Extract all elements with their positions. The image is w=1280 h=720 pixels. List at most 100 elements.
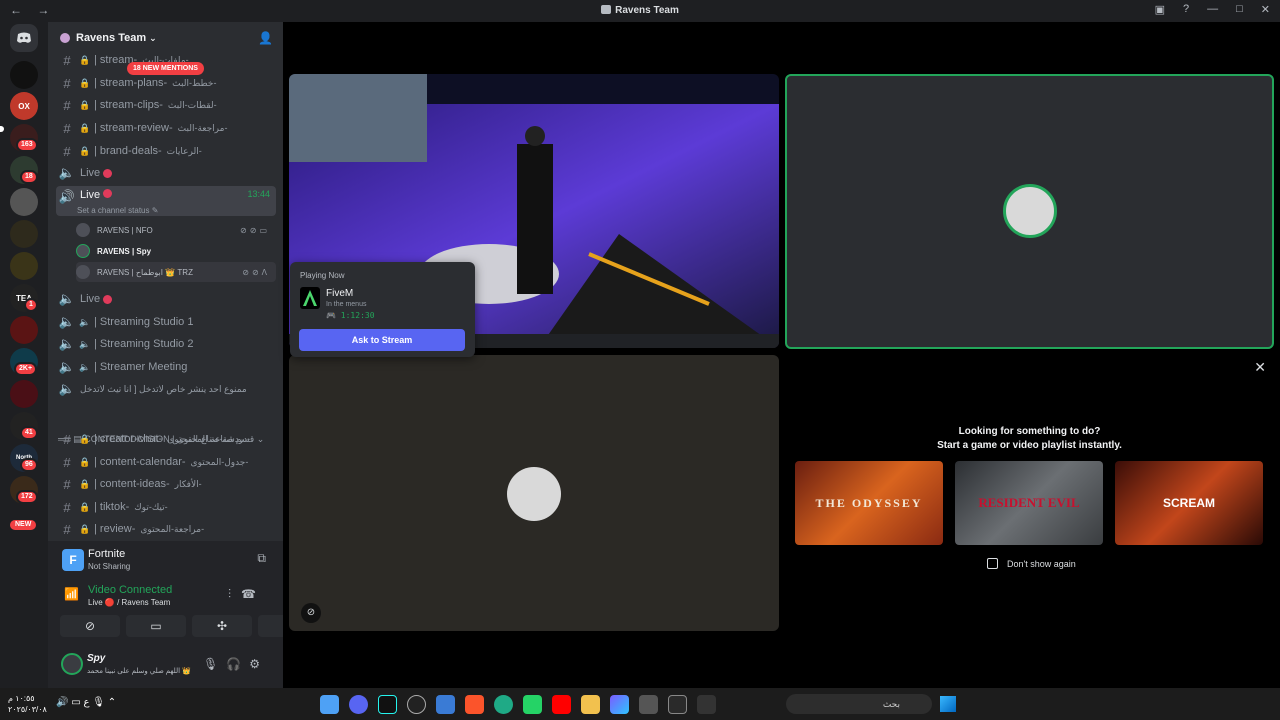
speaker-icon: 🔈 <box>58 165 76 180</box>
system-tray[interactable]: 🔊 ▭ ع 🎙 ⌃ <box>56 697 116 708</box>
mention-badge: 41 <box>20 426 38 440</box>
xbox-app-icon[interactable] <box>697 695 716 714</box>
avatar[interactable] <box>61 653 83 675</box>
server-icon[interactable] <box>10 252 38 280</box>
voice-channel-streamer-meeting[interactable]: 🔈 🔈 | Streamer Meeting <box>56 357 276 377</box>
voice-member[interactable]: RAVENS | ابوطماح 👑 TRZ ⊘⊘Λ <box>76 262 276 282</box>
ask-to-stream-button[interactable]: Ask to Stream <box>299 329 465 351</box>
hashtag-icon: # <box>63 454 71 470</box>
speaker-icon: 🔈 <box>79 338 91 349</box>
participant-tile[interactable] <box>289 355 779 631</box>
app-icon <box>601 5 612 14</box>
close-button[interactable]: ✕ <box>1261 3 1270 16</box>
voice-member[interactable]: RAVENS | Spy <box>76 241 276 261</box>
channel-content-ideas[interactable]: # 🔒 | content-ideas- الأفكار- <box>56 474 276 494</box>
obs-app-icon[interactable] <box>407 695 426 714</box>
checkbox[interactable] <box>987 558 998 569</box>
clock[interactable]: ١٠:٥٥ م ٢٠٢٥/٠٣/٠٨ <box>8 693 47 715</box>
store-app-icon[interactable] <box>639 695 658 714</box>
hashtag-icon: # <box>63 143 71 159</box>
channel-content-calendar[interactable]: # 🔒 | content-calendar- جدول-المحتوى- <box>56 452 276 472</box>
discord-app-icon[interactable] <box>349 695 368 714</box>
add-user-icon[interactable]: 👤 <box>258 31 273 45</box>
tiktok-app-icon[interactable] <box>378 695 397 714</box>
live-dot <box>103 294 113 304</box>
taskbar: ١٠:٥٥ م ٢٠٢٥/٠٣/٠٨ 🔊 ▭ ع 🎙 ⌃ بحث <box>0 688 1280 720</box>
microphone-icon[interactable]: 🎙 <box>203 657 226 671</box>
voice-channel-live[interactable]: 🔈 Live <box>56 289 276 309</box>
whatsapp-app-icon[interactable] <box>523 695 542 714</box>
new-badge[interactable]: NEW <box>8 518 39 532</box>
disconnect-icon[interactable]: ☎ <box>241 587 266 601</box>
new-mentions-badge[interactable]: 18 NEW MENTIONS <box>127 62 204 75</box>
voice-channel-studio-1[interactable]: 🔈 🔈 | Streaming Studio 1 <box>56 312 276 332</box>
promo-card[interactable]: THE ODYSSEY <box>795 461 943 545</box>
app-icon[interactable] <box>436 695 455 714</box>
search-box[interactable]: بحث <box>786 694 932 714</box>
voice-channel-studio-2[interactable]: 🔈 🔈 | Streaming Studio 2 <box>56 334 276 354</box>
hashtag-icon: # <box>63 431 71 447</box>
server-icon[interactable] <box>10 316 38 344</box>
mention-badge: 163 <box>16 138 38 152</box>
signal-icon[interactable]: 📶 <box>64 587 79 601</box>
maximize-button[interactable]: □ <box>1236 3 1243 16</box>
participant-tile-speaking[interactable] <box>785 74 1274 349</box>
promo-card[interactable]: RESIDENT EVIL <box>955 461 1103 545</box>
close-icon[interactable]: ✕ <box>1254 359 1266 376</box>
fortnite-app-icon[interactable] <box>320 695 339 714</box>
voice-channel-private[interactable]: 🔈 ممنوع احد ينشر خاص لاتدخل [ انا تيث لات… <box>56 379 276 399</box>
help-icon[interactable]: ? <box>1183 3 1189 16</box>
webcam-overlay <box>289 74 427 162</box>
hashtag-icon: # <box>63 52 71 68</box>
mention-badge: 96 <box>20 458 38 472</box>
screen-share-button[interactable]: ▭ <box>126 615 186 637</box>
inbox-icon[interactable]: ▣ <box>1155 3 1165 16</box>
start-button[interactable] <box>940 696 956 712</box>
guild-icon <box>60 33 70 43</box>
server-icon[interactable] <box>10 220 38 248</box>
channel-creator-chat[interactable]: # 🔒 | creator-chat- دردشة-صناع-المحتوى- <box>56 429 276 449</box>
headphones-icon[interactable]: 🎧 <box>226 657 249 671</box>
channel-review[interactable]: # 🔒 | review- مراجعة-المحتوى- <box>56 519 276 539</box>
live-dot <box>103 189 113 198</box>
copilot-app-icon[interactable] <box>610 695 629 714</box>
server-icon[interactable] <box>10 380 38 408</box>
activity-bar: F Fortnite Not Sharing ⧉ <box>56 547 276 575</box>
dont-show-again[interactable]: Don't show again <box>987 558 1076 569</box>
voice-timer: 13:44 <box>247 189 270 199</box>
channel-brand-deals[interactable]: # 🔒 | brand-deals- الرعايات- <box>56 141 276 161</box>
server-icon[interactable]: OX <box>10 92 38 120</box>
speaker-icon: 🔈 <box>79 361 91 372</box>
activities-button[interactable]: ✣ <box>192 615 252 637</box>
window-title: Ravens Team <box>0 5 1280 16</box>
server-icon[interactable] <box>10 188 38 216</box>
voice-channel-live[interactable]: 🔈 Live <box>56 163 276 183</box>
promo-card[interactable]: SCREAM <box>1115 461 1263 545</box>
channel-stream-clips[interactable]: # 🔒 | stream-clips- لقطات-البث- <box>56 95 276 115</box>
lock-icon: 🔒 <box>79 54 91 65</box>
voice-member[interactable]: RAVENS | NFO ⊘⊘▭ <box>76 220 276 240</box>
speaker-icon: 🔈 <box>58 291 76 306</box>
share-screen-icon[interactable]: ⧉ <box>257 551 266 566</box>
brave-app-icon[interactable] <box>465 695 484 714</box>
server-icon[interactable] <box>10 61 38 89</box>
user-area: Spy اللهم صلي وسلم على نبينا محمد 👑 🎙🎧⚙ <box>56 648 276 684</box>
speaker-icon: 🔈 <box>58 359 76 374</box>
camera-off-button[interactable]: ⊘ <box>60 615 120 637</box>
edge-app-icon[interactable] <box>494 695 513 714</box>
file-explorer-icon[interactable] <box>581 695 600 714</box>
channel-tiktok[interactable]: # 🔒 | tiktok- تيك-توك- <box>56 497 276 517</box>
epic-app-icon[interactable] <box>668 695 687 714</box>
title-bar: ← → Ravens Team ▣ ? — □ ✕ <box>0 0 1280 22</box>
channel-stream-review[interactable]: # 🔒 | stream-review- مراجعة-البث- <box>56 118 276 138</box>
hide-video-icon[interactable]: ⊘ <box>301 603 321 623</box>
gear-icon[interactable]: ⚙ <box>249 657 268 671</box>
noise-suppression-icon[interactable]: ⫶ <box>228 587 241 601</box>
voice-buttons: ⊘ ▭ ✣ ✺ <box>60 615 318 637</box>
channel-stream-plans[interactable]: # 🔒 | stream-plans- خطط-البث- <box>56 73 276 93</box>
channel-status[interactable]: Set a channel status ✎ <box>77 206 158 215</box>
home-button[interactable] <box>10 24 38 52</box>
youtube-app-icon[interactable] <box>552 695 571 714</box>
user-panel: F Fortnite Not Sharing ⧉ 📶 Video Connect… <box>48 541 318 688</box>
minimize-button[interactable]: — <box>1207 3 1218 16</box>
